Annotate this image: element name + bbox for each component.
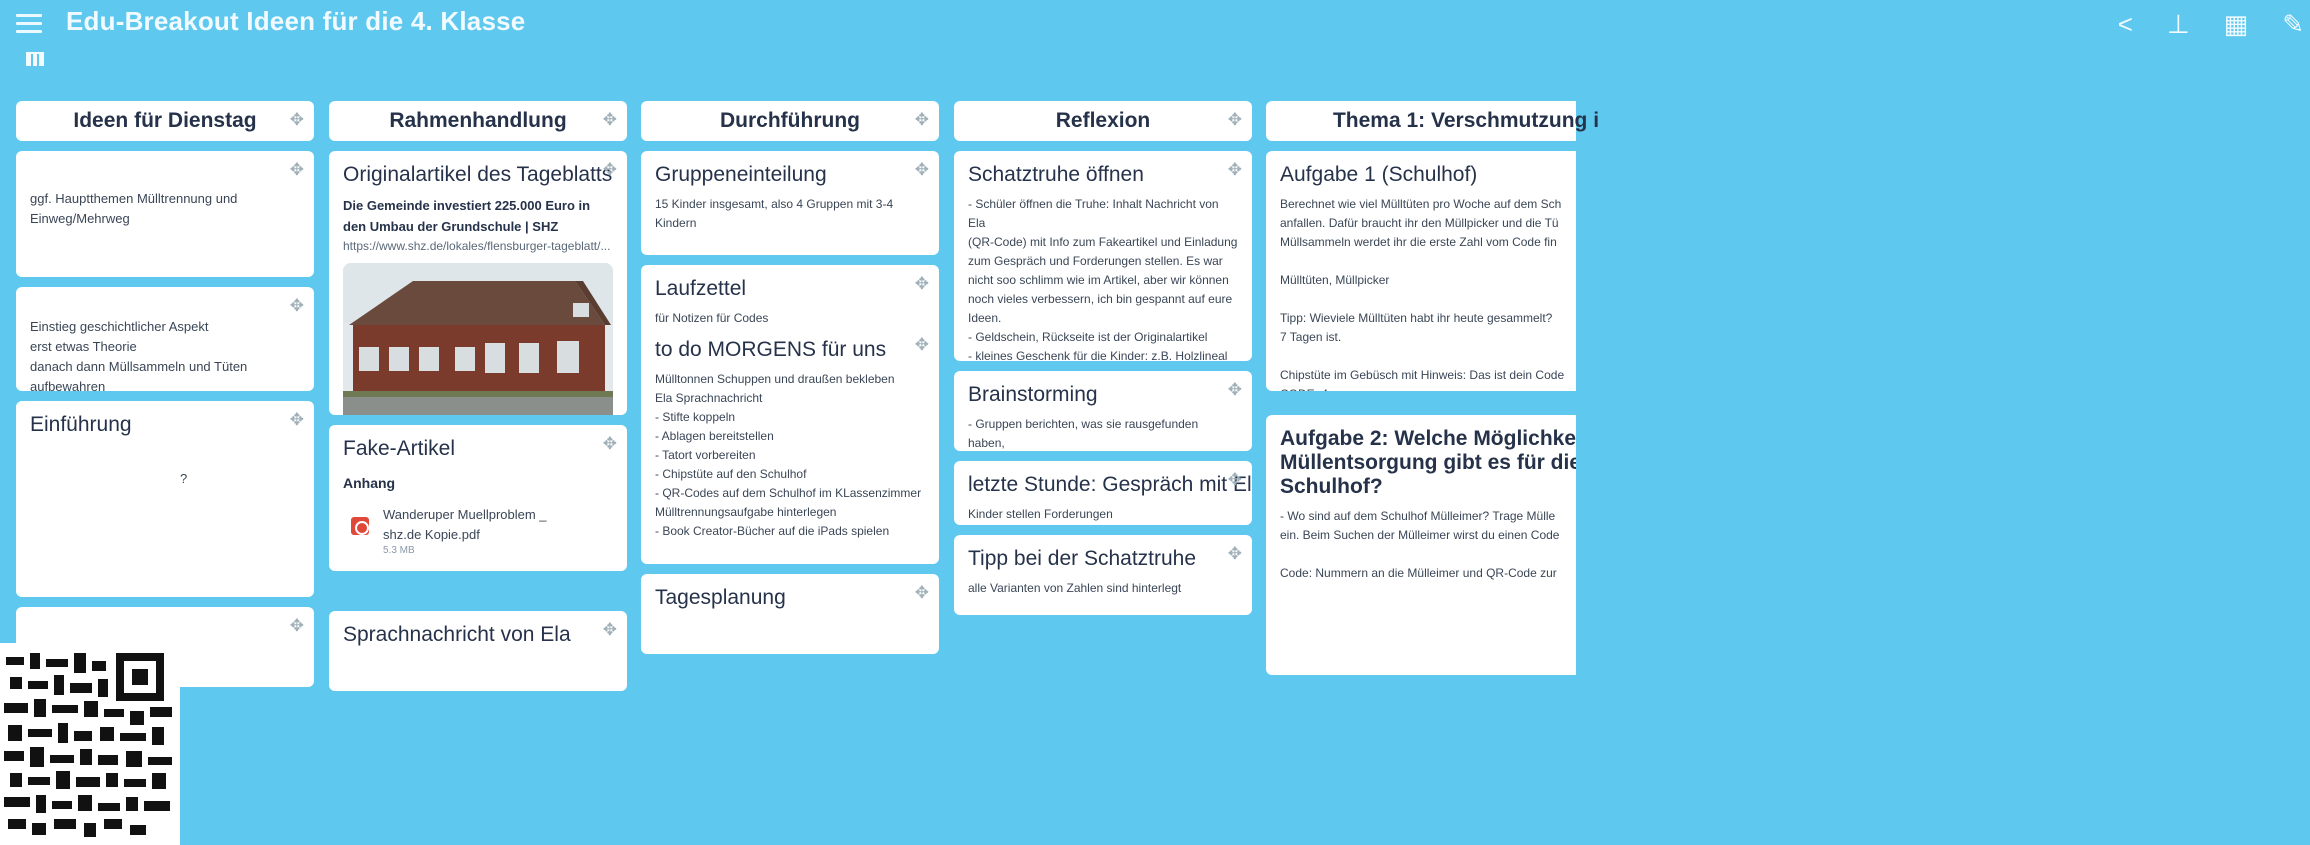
drag-handle-icon[interactable]: ✥ xyxy=(290,411,304,428)
column-title: Reflexion xyxy=(1055,109,1151,132)
column-title: Thema 1: Verschmutzung i xyxy=(1332,109,1600,132)
post-body: Mülltonnen Schuppen und draußen bekleben… xyxy=(655,372,922,538)
column-header[interactable]: Ideen für Dienstag ✥ xyxy=(16,101,314,141)
post-body: ggf. Hauptthemen Mülltrennung und Einweg… xyxy=(30,191,238,226)
attachment[interactable]: Wanderuper Muellproblem _ shz.de Kopie.p… xyxy=(343,505,613,556)
top-bar: Edu-Breakout Ideen für die 4. Klasse < ⊥… xyxy=(0,0,2310,44)
post-title: Tipp bei der Schatztruhe xyxy=(968,547,1197,570)
post-card[interactable]: ✥ Gruppeneinteilung 15 Kinder insgesamt,… xyxy=(641,151,939,255)
drag-handle-icon[interactable]: ✥ xyxy=(915,584,929,601)
drag-handle-icon[interactable]: ✥ xyxy=(603,435,617,452)
post-body: Kinder stellen Forderungen xyxy=(968,507,1113,521)
post-body: Einstieg geschichtlicher Aspekt erst etw… xyxy=(30,319,248,391)
post-body: - Gruppen berichten, was sie rausgefunde… xyxy=(968,417,1199,450)
post-card[interactable]: ✥ Brainstorming - Gruppen berichten, was… xyxy=(954,371,1252,451)
post-card[interactable]: ✥ Tipp bei der Schatztruhe alle Variante… xyxy=(954,535,1252,615)
board-columns: Ideen für Dienstag ✥ ✥ ggf. Hauptthemen … xyxy=(16,101,2310,845)
edit-icon[interactable]: ✎ xyxy=(2282,9,2304,39)
column-header[interactable]: Durchführung ✥ xyxy=(641,101,939,141)
share-icon[interactable]: < xyxy=(2118,9,2133,39)
drag-handle-icon[interactable]: ✥ xyxy=(290,617,304,634)
post-title: Einführung xyxy=(30,413,132,436)
post-title: letzte Stunde: Gespräch mit Ela xyxy=(968,473,1252,496)
post-title: Laufzettel xyxy=(655,277,747,300)
post-title: to do MORGENS für uns xyxy=(655,338,887,361)
drag-handle-icon[interactable]: ✥ xyxy=(1228,161,1242,178)
column-durchfuehrung: Durchführung ✥ ✥ Gruppeneinteilung 15 Ki… xyxy=(641,101,939,654)
column-rahmenhandlung: Rahmenhandlung ✥ ✥ Originalartikel des T… xyxy=(329,101,627,691)
link-preview-title[interactable]: Die Gemeinde investiert 225.000 Euro in … xyxy=(343,195,613,237)
top-actions: < ⊥ ▦ ✎ xyxy=(2118,6,2310,42)
post-title: Sprachnachricht von Ela xyxy=(343,623,571,646)
column-title: Durchführung xyxy=(720,109,860,132)
post-title: Aufgabe 1 (Schulhof) xyxy=(1280,163,1478,186)
attachment-size: 5.3 MB xyxy=(383,545,415,556)
post-card[interactable]: ✥ Schatztruhe öffnen - Schüler öffnen di… xyxy=(954,151,1252,361)
link-preview-url[interactable]: https://www.shz.de/lokales/flensburger-t… xyxy=(343,239,613,253)
drag-handle-icon[interactable]: ✥ xyxy=(603,161,617,178)
post-body: ? xyxy=(180,471,188,486)
post-card[interactable]: ✥ ggf. Hauptthemen Mülltrennung und Einw… xyxy=(16,151,314,277)
post-title: Schatztruhe öffnen xyxy=(968,163,1144,186)
post-card[interactable]: ✥ letzte Stunde: Gespräch mit Ela Kinder… xyxy=(954,461,1252,525)
drag-handle-icon[interactable]: ✥ xyxy=(915,111,929,128)
post-title: Brainstorming xyxy=(968,383,1098,406)
post-title: Originalartikel des Tageblatts xyxy=(343,163,613,186)
column-thema-1-verschmutzung: Thema 1: Verschmutzung i Aufgabe 1 (Schu… xyxy=(1266,101,1599,675)
post-body: 15 Kinder insgesamt, also 4 Gruppen mit … xyxy=(655,197,894,230)
school-building-photo[interactable] xyxy=(343,263,613,415)
board-title: Edu-Breakout Ideen für die 4. Klasse xyxy=(66,6,526,36)
drag-handle-icon[interactable]: ✥ xyxy=(1228,111,1242,128)
post-body: - Schüler öffnen die Truhe: Inhalt Nachr… xyxy=(968,197,1238,361)
column-header[interactable]: Reflexion ✥ xyxy=(954,101,1252,141)
post-body: alle Varianten von Zahlen sind hinterleg… xyxy=(968,581,1182,595)
post-title: Fake-Artikel xyxy=(343,437,456,460)
column-header[interactable]: Thema 1: Verschmutzung i xyxy=(1266,101,1599,141)
column-view-icon[interactable] xyxy=(26,52,44,66)
drag-handle-icon[interactable]: ✥ xyxy=(290,161,304,178)
drag-handle-icon[interactable]: ✥ xyxy=(290,111,304,128)
post-card[interactable]: ✥ Einstieg geschichtlicher Aspekt erst e… xyxy=(16,287,314,391)
post-card[interactable]: ✥ Sprachnachricht von Ela xyxy=(329,611,627,691)
drag-handle-icon[interactable]: ✥ xyxy=(603,621,617,638)
post-card[interactable]: ✥ Tagesplanung xyxy=(641,574,939,654)
drag-handle-icon[interactable]: ✥ xyxy=(1228,545,1242,562)
layout-icon[interactable]: ▦ xyxy=(2224,9,2249,39)
qr-code-image xyxy=(0,643,180,845)
pdf-icon xyxy=(351,517,369,535)
drag-handle-icon[interactable]: ✥ xyxy=(603,111,617,128)
column-title: Ideen für Dienstag xyxy=(73,109,257,132)
post-title: Tagesplanung xyxy=(655,586,786,609)
column-header[interactable]: Rahmenhandlung ✥ xyxy=(329,101,627,141)
attachment-name: Wanderuper Muellproblem _ shz.de Kopie.p… xyxy=(383,507,547,542)
post-card[interactable]: ✥ Originalartikel des Tageblatts Die Gem… xyxy=(329,151,627,415)
post-card[interactable]: ✥ to do MORGENS für uns Mülltonnen Schup… xyxy=(641,326,939,564)
post-title: Aufgabe 2: Welche Möglichkeiten de Mülle… xyxy=(1280,427,1576,498)
post-card[interactable]: ✥ Fake-Artikel Anhang Wanderuper Muellpr… xyxy=(329,425,627,571)
attachment-label: Anhang xyxy=(343,475,396,491)
post-title: Gruppeneinteilung xyxy=(655,163,827,186)
post-body: Berechnet wie viel Mülltüten pro Woche a… xyxy=(1280,197,1565,391)
drag-handle-icon[interactable]: ✥ xyxy=(915,161,929,178)
post-card[interactable]: Aufgabe 1 (Schulhof) Berechnet wie viel … xyxy=(1266,151,1576,391)
pin-icon[interactable]: ⊥ xyxy=(2167,9,2190,39)
drag-handle-icon[interactable]: ✥ xyxy=(915,275,929,292)
post-card[interactable]: Aufgabe 2: Welche Möglichkeiten de Mülle… xyxy=(1266,415,1576,675)
post-card[interactable]: ✥ Einführung ? xyxy=(16,401,314,597)
hamburger-menu-icon[interactable] xyxy=(16,14,42,34)
drag-handle-icon[interactable]: ✥ xyxy=(1228,471,1242,488)
post-body: - Wo sind auf dem Schulhof Mülleimer? Tr… xyxy=(1280,509,1560,580)
qr-code[interactable] xyxy=(0,643,180,845)
column-title: Rahmenhandlung xyxy=(389,109,567,132)
drag-handle-icon[interactable]: ✥ xyxy=(290,297,304,314)
drag-handle-icon[interactable]: ✥ xyxy=(1228,381,1242,398)
drag-handle-icon[interactable]: ✥ xyxy=(915,336,929,353)
column-reflexion: Reflexion ✥ ✥ Schatztruhe öffnen - Schül… xyxy=(954,101,1252,615)
column-ideen-fuer-dienstag: Ideen für Dienstag ✥ ✥ ggf. Hauptthemen … xyxy=(16,101,314,687)
school-building-image xyxy=(343,263,613,415)
